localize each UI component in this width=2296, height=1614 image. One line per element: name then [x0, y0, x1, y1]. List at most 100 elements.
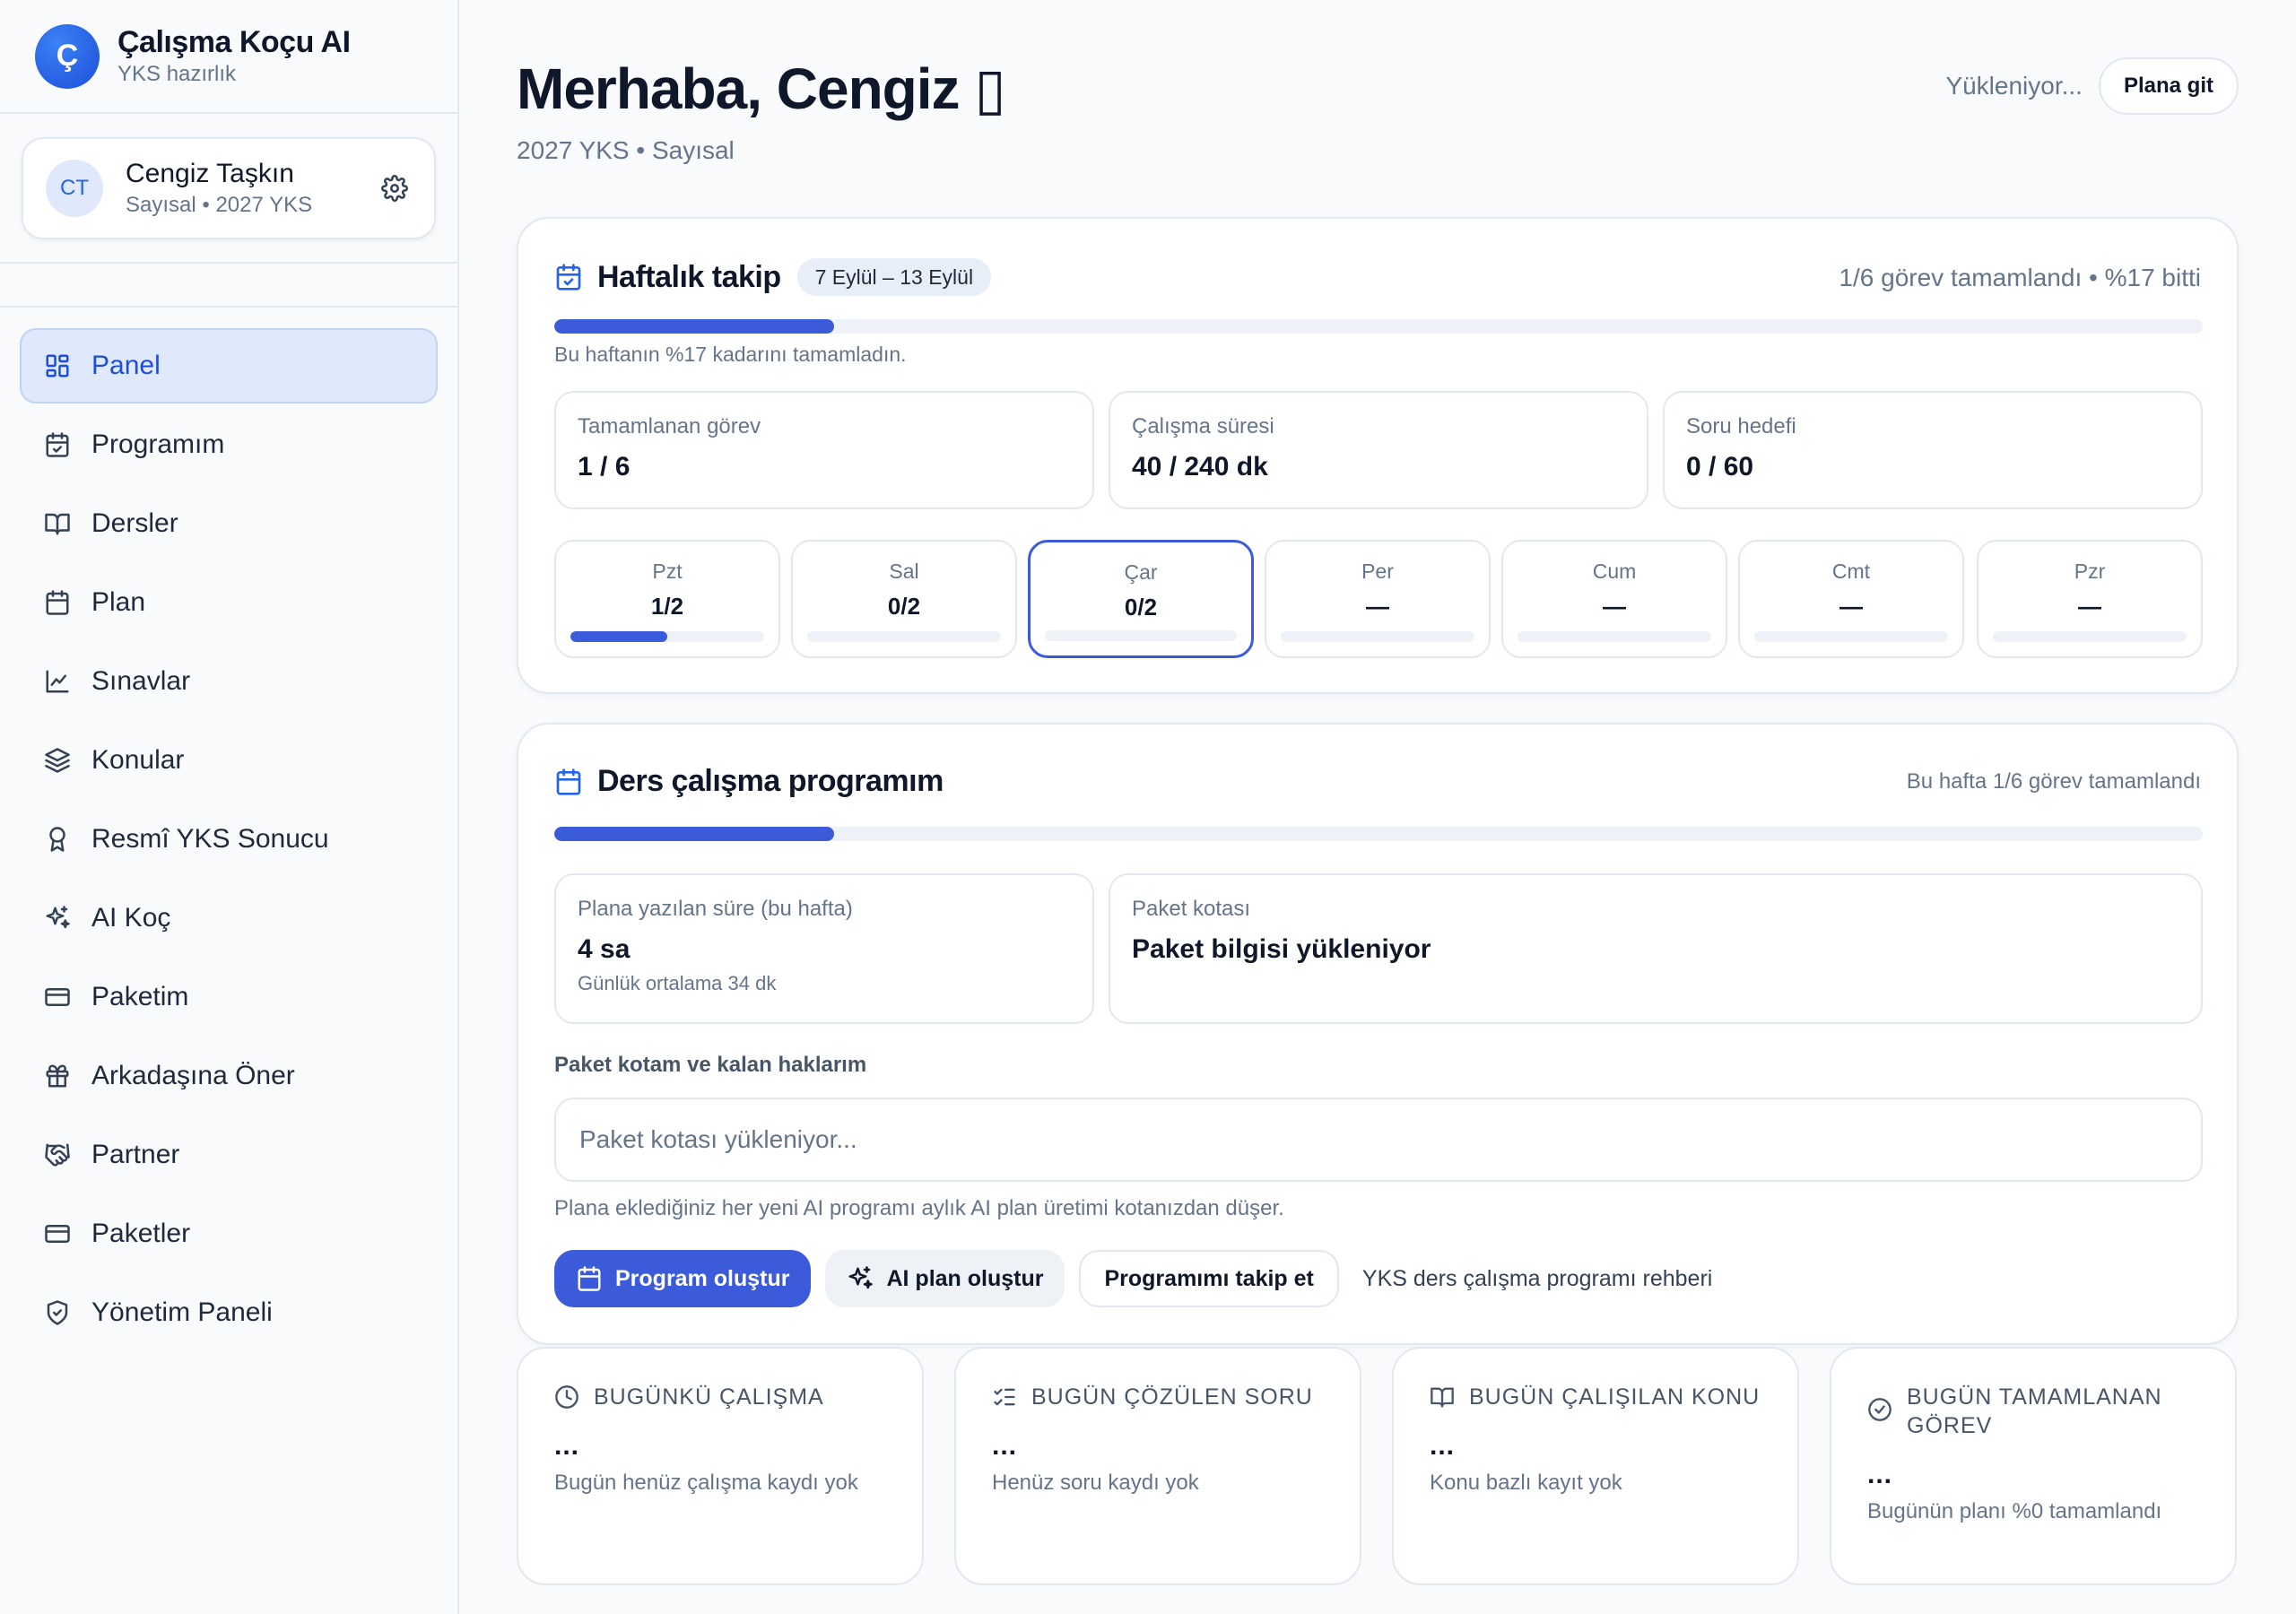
calendar-check-icon: [556, 264, 581, 291]
stat-value: 4 sa: [578, 934, 631, 964]
brand[interactable]: Ç Çalışma Koçu AI YKS hazırlık: [0, 0, 457, 114]
today-topics-card: BUGÜN ÇALIŞILAN KONU ... Konu bazlı kayı…: [1392, 1347, 1799, 1585]
user-meta: Sayısal • 2027 YKS: [126, 193, 313, 217]
sidebar-item-label: Panel: [91, 351, 161, 380]
divider: [0, 262, 457, 264]
sidebar-item-resmi-yks-sonucu[interactable]: Resmî YKS Sonucu: [20, 802, 438, 877]
stat-study-time: Çalışma süresi 40 / 240 dk: [1109, 391, 1648, 509]
today-completed-card: BUGÜN TAMAMLANAN GÖREV ... Bugünün planı…: [1830, 1347, 2237, 1585]
gear-icon[interactable]: [375, 169, 414, 208]
user-card[interactable]: CT Cengiz Taşkın Sayısal • 2027 YKS: [22, 137, 436, 239]
day-progress-bar: [807, 631, 1001, 642]
card-value: ...: [992, 1431, 1018, 1461]
sidebar-item-paketler[interactable]: Paketler: [20, 1196, 438, 1271]
credit-card-icon: [43, 983, 72, 1011]
day-progress-bar: [570, 631, 764, 642]
weekly-progress-fill: [554, 319, 835, 334]
card-title: BUGÜN TAMAMLANAN GÖREV: [1907, 1384, 2162, 1438]
sidebar-item-yonetim-paneli[interactable]: Yönetim Paneli: [20, 1275, 438, 1350]
sidebar-item-arkadasina-oner[interactable]: Arkadaşına Öner: [20, 1038, 438, 1114]
sidebar-item-sinavlar[interactable]: Sınavlar: [20, 644, 438, 719]
stat-value: 1 / 6: [578, 452, 631, 482]
program-guide-link[interactable]: YKS ders çalışma programı rehberi: [1339, 1250, 1735, 1307]
day-card-pzt[interactable]: Pzt 1/2: [554, 540, 780, 658]
sidebar-item-paketim[interactable]: Paketim: [20, 959, 438, 1035]
loading-status: Yükleniyor...: [1945, 72, 2083, 100]
brand-logo: Ç: [35, 23, 100, 89]
day-progress-bar: [1754, 631, 1948, 642]
day-value: 1/2: [650, 593, 684, 620]
day-progress-bar: [1281, 631, 1474, 642]
ai-plan-button[interactable]: AI plan oluştur: [825, 1250, 1065, 1307]
sidebar-item-label: AI Koç: [91, 903, 171, 933]
create-program-button[interactable]: Program oluştur: [554, 1250, 812, 1307]
follow-program-button[interactable]: Programımı takip et: [1079, 1250, 1339, 1307]
stat-label: Plana yazılan süre (bu hafta): [578, 897, 853, 921]
day-card-cmt[interactable]: Cmt —: [1738, 540, 1964, 658]
clock-icon: [555, 1385, 578, 1409]
weekly-caption: Bu haftanın %17 kadarını tamamladın.: [554, 343, 907, 366]
card-foot: Konu bazlı kayıt yok: [1430, 1471, 1622, 1495]
day-card-car[interactable]: Çar 0/2: [1028, 540, 1254, 658]
page-title: Merhaba, Cengiz ▯: [517, 56, 1006, 121]
sidebar-item-panel[interactable]: Panel: [20, 328, 438, 404]
study-program-card: Ders çalışma programım Bu hafta 1/6 göre…: [517, 723, 2239, 1345]
sidebar: Ç Çalışma Koçu AI YKS hazırlık CT Cengiz…: [0, 0, 459, 1614]
quota-note: Plana eklediğiniz her yeni AI programı a…: [554, 1196, 1284, 1220]
sparkles-icon: [848, 1266, 874, 1289]
day-value: 0/2: [887, 593, 921, 620]
weekly-progress-bar: [554, 319, 2203, 334]
day-card-sal[interactable]: Sal 0/2: [791, 540, 1017, 658]
sidebar-item-partner[interactable]: Partner: [20, 1117, 438, 1193]
sidebar-item-label: Partner: [91, 1140, 180, 1169]
card-title: BUGÜN ÇÖZÜLEN SORU: [1031, 1384, 1313, 1410]
card-title: BUGÜNKÜ ÇALIŞMA: [594, 1384, 824, 1410]
stat-foot: Günlük ortalama 34 dk: [578, 972, 777, 994]
card-foot: Henüz soru kaydı yok: [992, 1471, 1199, 1495]
line-chart-icon: [43, 667, 72, 696]
day-name: Sal: [889, 560, 919, 583]
sidebar-item-label: Plan: [91, 587, 146, 617]
card-value: ...: [1867, 1460, 1893, 1489]
card-foot: Bugün henüz çalışma kaydı yok: [554, 1471, 858, 1495]
weekly-summary: 1/6 görev tamamlandı • %17 bitti: [1839, 264, 2201, 291]
sidebar-item-programim[interactable]: Programım: [20, 407, 438, 482]
day-card-pzr[interactable]: Pzr —: [1977, 540, 2203, 658]
go-to-plan-button[interactable]: Plana git: [2098, 57, 2239, 115]
sidebar-item-label: Yönetim Paneli: [91, 1297, 273, 1327]
sidebar-item-plan[interactable]: Plan: [20, 565, 438, 640]
quota-field[interactable]: Paket kotası yükleniyor...: [554, 1098, 2203, 1182]
gift-icon: [43, 1062, 72, 1090]
sidebar-item-ai-koc[interactable]: AI Koç: [20, 881, 438, 956]
dashboard-icon: [43, 351, 72, 380]
brand-title: Çalışma Koçu AI: [117, 25, 351, 59]
sidebar-item-label: Programım: [91, 430, 225, 459]
stat-value: 0 / 60: [1686, 452, 1754, 482]
award-icon: [43, 825, 72, 854]
stat-question-goal: Soru hedefi 0 / 60: [1663, 391, 2203, 509]
avatar: CT: [46, 160, 103, 217]
day-progress-bar: [1993, 631, 2187, 642]
user-name: Cengiz Taşkın: [126, 159, 294, 188]
button-label: AI plan oluştur: [886, 1265, 1044, 1291]
program-title: Ders çalışma programım: [597, 764, 944, 798]
today-questions-card: BUGÜN ÇÖZÜLEN SORU ... Henüz soru kaydı …: [954, 1347, 1361, 1585]
day-name: Cum: [1592, 560, 1637, 583]
sidebar-item-label: Resmî YKS Sonucu: [91, 824, 329, 854]
day-value: —: [2078, 593, 2101, 620]
sidebar-item-dersler[interactable]: Dersler: [20, 486, 438, 561]
quota-field-label: Paket kotam ve kalan haklarım: [554, 1053, 867, 1077]
card-value: ...: [554, 1431, 580, 1461]
package-quota-card: Paket kotası Paket bilgisi yükleniyor: [1109, 873, 2203, 1024]
day-name: Cmt: [1831, 560, 1871, 583]
sidebar-nav: Panel Programım Dersler Plan Sınavlar Ko…: [20, 328, 438, 1354]
check-circle-icon: [1868, 1398, 1892, 1421]
day-name: Çar: [1124, 560, 1158, 584]
stat-label: Çalışma süresi: [1132, 414, 1274, 438]
day-card-cum[interactable]: Cum —: [1501, 540, 1727, 658]
sidebar-item-konular[interactable]: Konular: [20, 723, 438, 798]
stat-label: Tamamlanan görev: [578, 414, 761, 438]
sidebar-item-label: Konular: [91, 745, 185, 775]
day-card-per[interactable]: Per —: [1265, 540, 1491, 658]
sidebar-item-label: Paketim: [91, 982, 189, 1011]
